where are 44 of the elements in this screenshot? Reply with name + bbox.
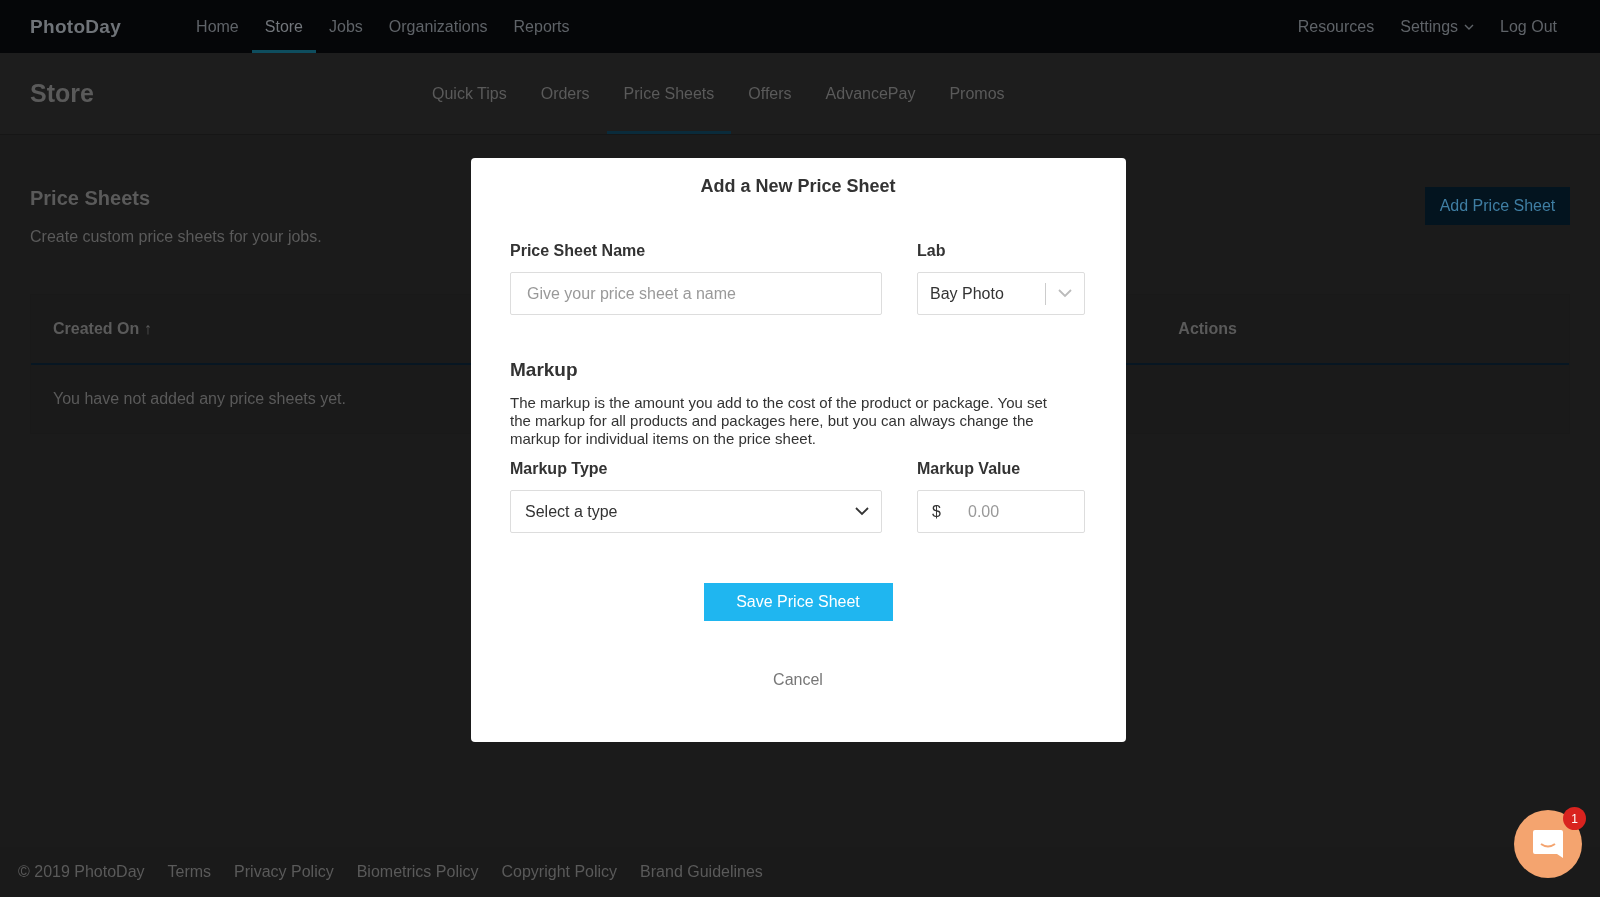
nav-link[interactable]: Home: [183, 0, 252, 53]
chevron-down-icon: [1058, 289, 1072, 298]
footer-link[interactable]: Biometrics Policy: [356, 863, 479, 881]
footer-link[interactable]: Brand Guidelines: [640, 863, 763, 881]
nav-link[interactable]: Resources: [1284, 0, 1388, 53]
nav-link[interactable]: Organizations: [375, 0, 501, 53]
section-description: Create custom price sheets for your jobs.: [30, 228, 322, 246]
field-label: Markup Type: [510, 460, 609, 478]
notification-badge: 1: [1563, 807, 1586, 830]
nav-menu[interactable]: Settings: [1387, 0, 1488, 53]
name-field[interactable]: Give your price sheet a name: [510, 272, 882, 315]
nav-link[interactable]: Reports: [500, 0, 583, 53]
logo[interactable]: PhotoDay: [30, 15, 122, 38]
cancel-link[interactable]: Cancel: [773, 671, 823, 689]
column-header[interactable]: Created On ↑: [53, 320, 152, 338]
nav-link[interactable]: Log Out: [1487, 0, 1570, 53]
footer-link[interactable]: Terms: [167, 863, 212, 881]
modal-title: Add a New Price Sheet: [699, 176, 897, 197]
empty-message: You have not added any price sheets yet.: [53, 390, 346, 408]
save-button[interactable]: Save Price Sheet: [703, 583, 893, 621]
section-title: Price Sheets: [30, 187, 152, 210]
add-price-sheet-button[interactable]: Add Price Sheet: [1425, 187, 1570, 225]
markup-heading: Markup: [510, 359, 579, 381]
footer-link[interactable]: Privacy Policy: [234, 863, 334, 881]
field-label: Lab: [917, 242, 947, 260]
tab[interactable]: Quick Tips: [415, 53, 524, 134]
tab[interactable]: AdvancePay: [808, 53, 933, 134]
tab[interactable]: Promos: [932, 53, 1022, 134]
chat-icon: [1531, 828, 1565, 860]
tab[interactable]: Price Sheets: [606, 53, 732, 134]
markup-type-select[interactable]: Select a type: [510, 490, 882, 533]
copyright: © 2019 PhotoDay: [18, 863, 145, 881]
nav-link[interactable]: Jobs: [316, 0, 376, 53]
footer-link[interactable]: Copyright Policy: [501, 863, 618, 881]
chevron-down-icon: [855, 507, 869, 516]
field-label: Price Sheet Name: [510, 242, 647, 260]
column-header[interactable]: Actions: [1178, 320, 1237, 338]
page-title: Store: [30, 79, 95, 108]
tab[interactable]: Orders: [523, 53, 607, 134]
lab-select[interactable]: Bay Photo: [917, 272, 1085, 315]
tab[interactable]: Offers: [731, 53, 809, 134]
field-label: Markup Value: [917, 460, 1022, 478]
markup-description: The markup is the amount you add to the cost of the product or package. You set the markup for all products and packages here, but you can always change the markup for individual items on the price sheet.: [510, 394, 1048, 448]
currency-symbol: $: [932, 502, 941, 521]
